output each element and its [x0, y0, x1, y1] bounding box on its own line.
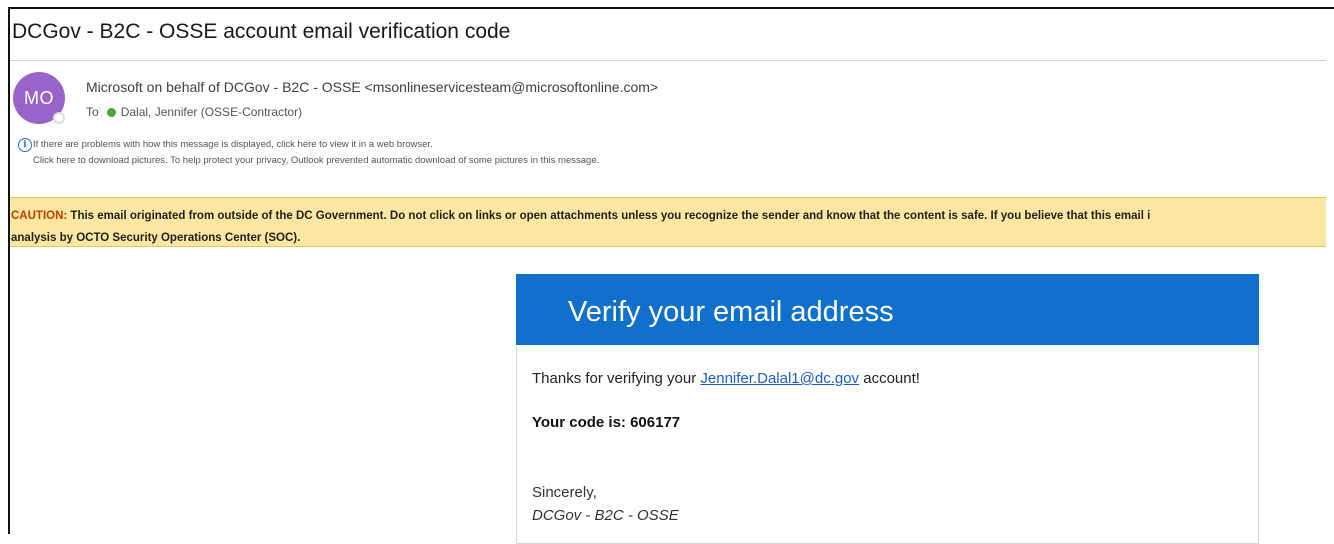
signature: DCGov - B2C - OSSE: [532, 507, 679, 524]
online-status-icon: [106, 107, 116, 117]
recipient-line: To Dalal, Jennifer (OSSE-Contractor): [86, 105, 302, 119]
to-label: To: [86, 105, 99, 119]
caution-text: This email originated from outside of th…: [67, 210, 1151, 222]
thanks-message: Thanks for verifying your Jennifer.Dalal…: [532, 370, 920, 387]
recipient-name[interactable]: Dalal, Jennifer (OSSE-Contractor): [121, 105, 302, 119]
download-pictures-notice[interactable]: Click here to download pictures. To help…: [33, 155, 599, 166]
caution-banner: CAUTION: This email originated from outs…: [10, 197, 1326, 247]
caution-label: CAUTION:: [11, 210, 68, 222]
caution-line-1: CAUTION: This email originated from outs…: [11, 205, 1326, 227]
caution-line-2: analysis by OCTO Security Operations Cen…: [11, 232, 301, 244]
info-icon: i: [18, 138, 32, 152]
verify-email-banner: Verify your email address: [516, 274, 1259, 345]
thanks-suffix: account!: [859, 370, 920, 387]
closing-sincerely: Sincerely,: [532, 484, 597, 501]
email-subject: DCGov - B2C - OSSE account email verific…: [12, 20, 511, 43]
account-email-link[interactable]: Jennifer.Dalal1@dc.gov: [700, 370, 859, 387]
presence-indicator-icon: [53, 112, 65, 124]
avatar-initials: MO: [24, 87, 54, 108]
view-in-browser-notice[interactable]: If there are problems with how this mess…: [33, 139, 433, 150]
sender-line[interactable]: Microsoft on behalf of DCGov - B2C - OSS…: [86, 79, 658, 95]
verification-code: Your code is: 606177: [532, 414, 681, 431]
thanks-prefix: Thanks for verifying your: [532, 370, 701, 387]
